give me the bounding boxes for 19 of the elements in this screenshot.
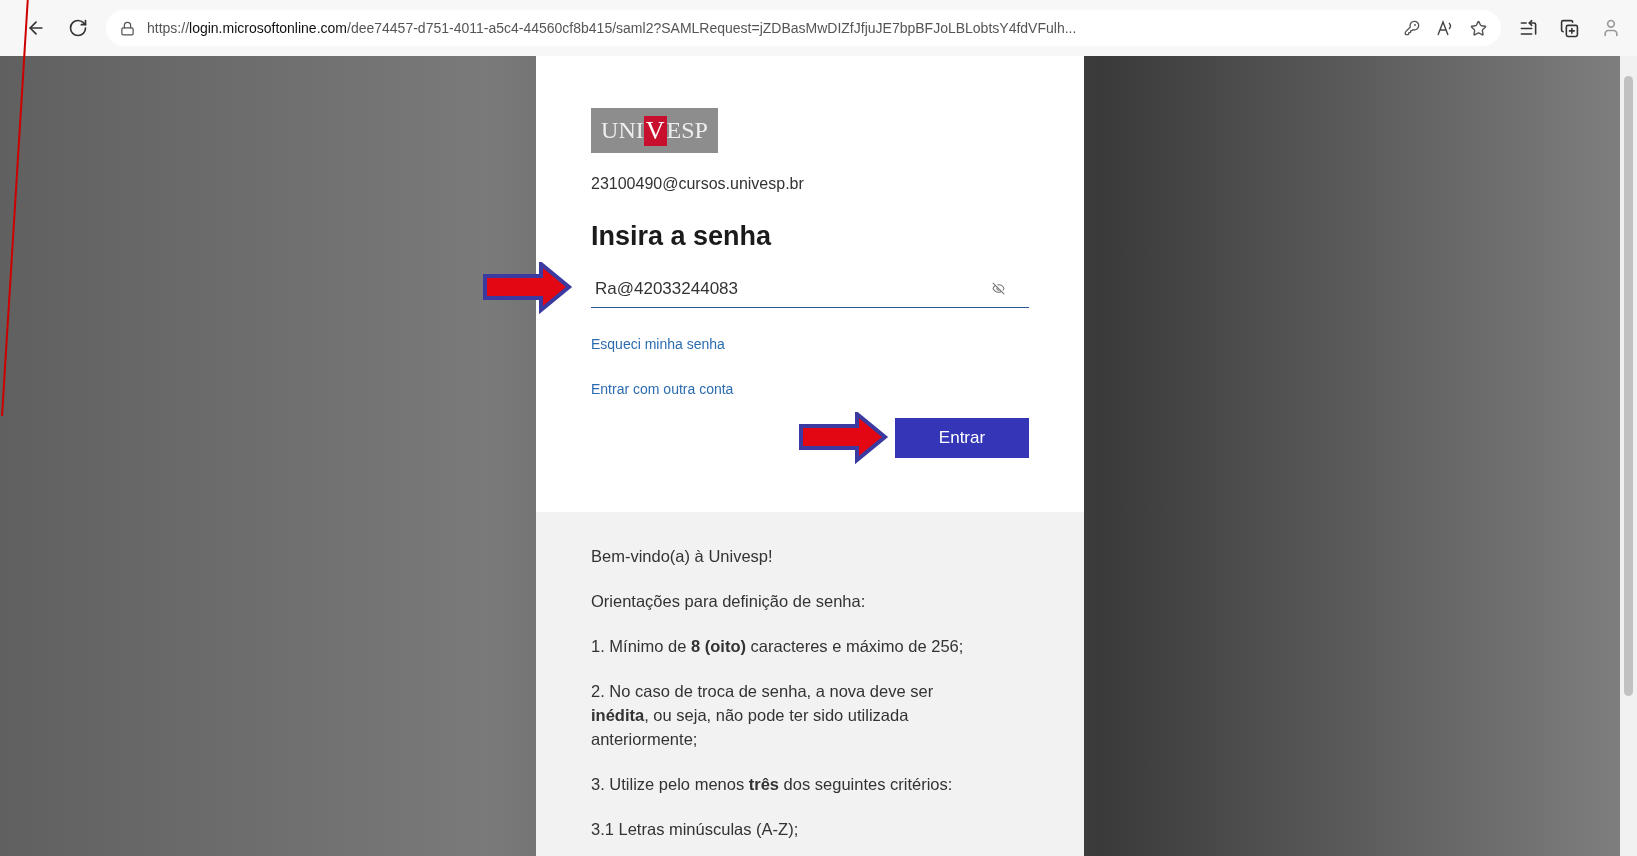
address-bar[interactable]: https://login.microsoftonline.com/dee74457-d751-4011-a5c4-44560cf8b415/saml2?SAMLRequest=jZDBasMwDIZfJfjuJE7bpBFJoLBLobtsY4fdVFulh... xyxy=(106,10,1501,46)
instruction-text: 2. No caso de troca de senha, a nova deve ser inédita, ou seja, não pode ter sido utilizada anteriormente; xyxy=(591,681,935,750)
instruction-text: Bem-vindo(a) à Univesp! xyxy=(591,546,774,567)
instruction-text: 3.1 Letras minúsculas (A-Z); xyxy=(591,819,800,840)
scrollbar[interactable] xyxy=(1620,56,1637,856)
url-text: https://login.microsoftonline.com/dee74457-d751-4011-a5c4-44560cf8b415/saml2?SAMLRequest=jZDBasMwDIZfJfjuJE7bpBFJoLBLobtsY4fdVFulh... xyxy=(147,20,1078,36)
hide-password-icon[interactable] xyxy=(992,282,1005,295)
page-heading: Insira a senha xyxy=(591,221,773,252)
link[interactable]: Entrar com outra conta xyxy=(591,381,734,397)
instruction-text: 3. Utilize pelo menos três dos seguintes critérios: xyxy=(591,774,954,795)
link[interactable]: Esqueci minha senha xyxy=(591,336,725,352)
account-email: 23100490@cursos.univesp.br xyxy=(591,175,805,193)
sign-in-button[interactable]: Entrar xyxy=(895,418,1029,458)
instruction-text: 1. Mínimo de 8 (oito) caracteres e máximo de 256; xyxy=(591,636,965,657)
instruction-text: Orientações para definição de senha: xyxy=(591,591,867,612)
lock-icon xyxy=(120,20,135,36)
password-field[interactable]: Ra@42033244083 xyxy=(591,270,1029,308)
univesp-logo: UNIVESP xyxy=(591,108,718,153)
key-icon[interactable] xyxy=(1404,20,1420,36)
